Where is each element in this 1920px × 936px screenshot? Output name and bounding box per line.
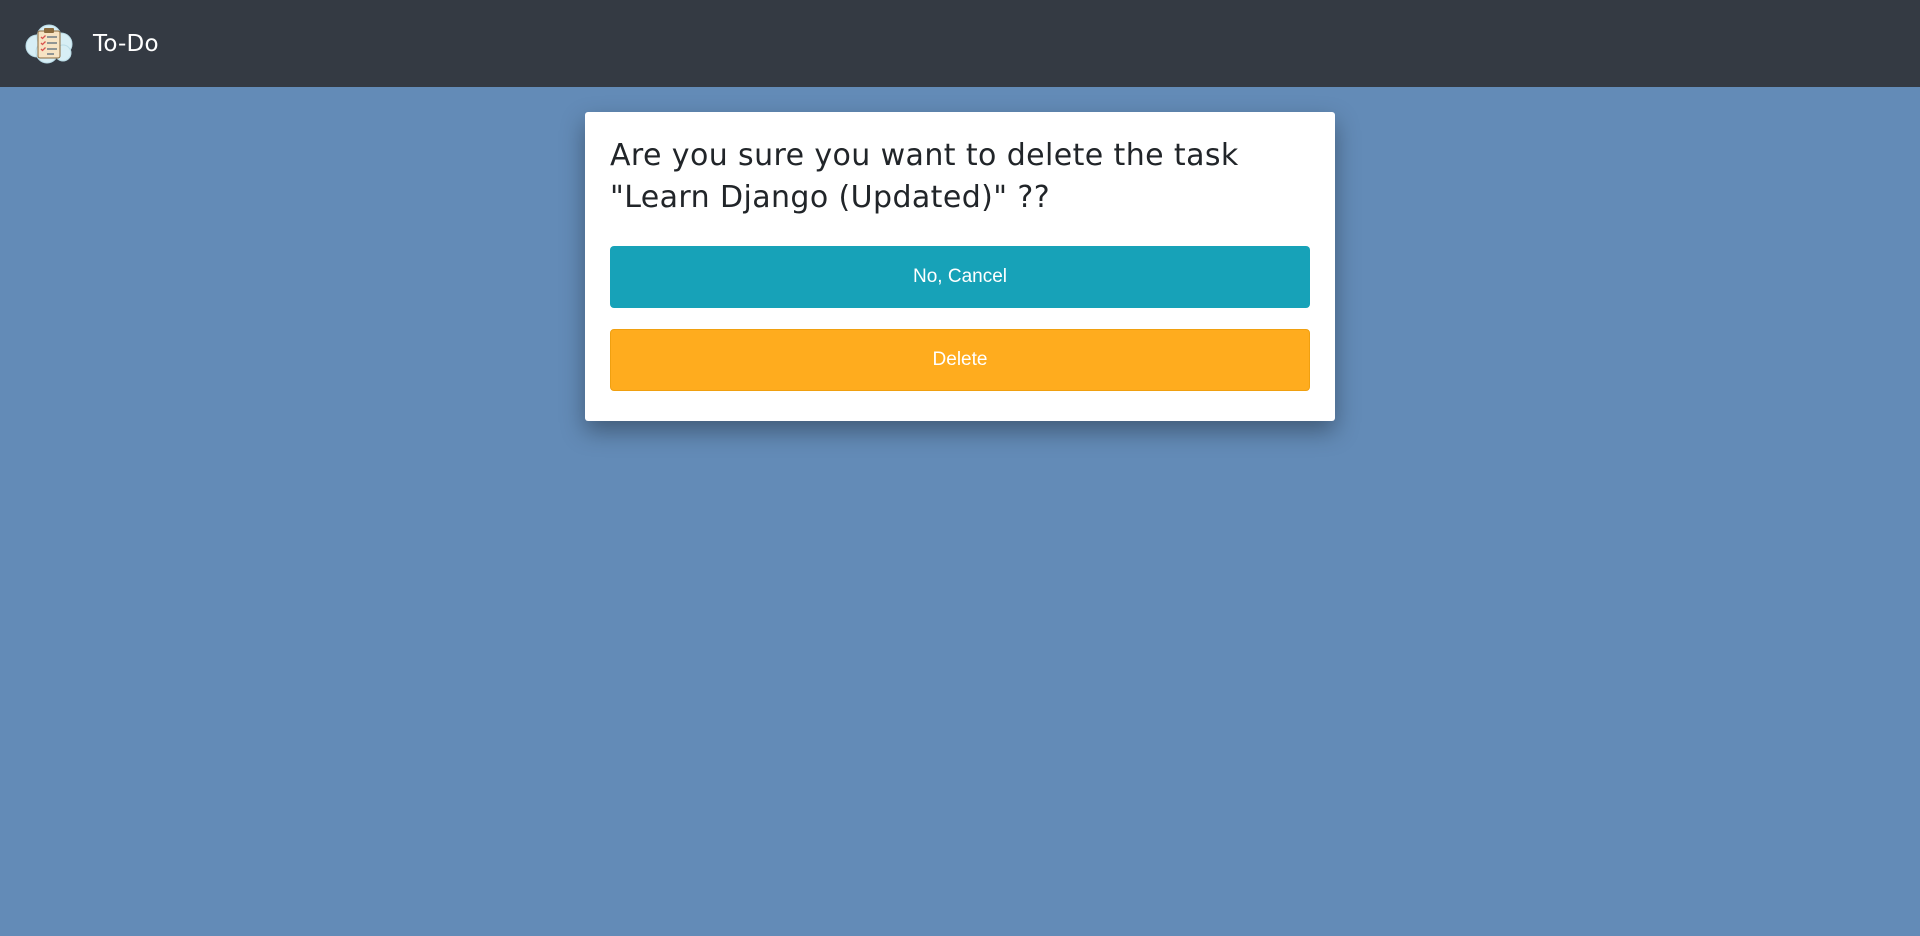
cancel-button[interactable]: No, Cancel — [610, 246, 1310, 308]
delete-button[interactable]: Delete — [610, 329, 1310, 391]
todo-list-cloud-icon[interactable] — [23, 22, 75, 66]
navbar: To-Do — [0, 0, 1920, 87]
delete-confirm-dialog: Are you sure you want to delete the task… — [585, 112, 1335, 421]
brand-title[interactable]: To-Do — [93, 31, 159, 57]
delete-confirm-heading: Are you sure you want to delete the task… — [610, 138, 1239, 215]
